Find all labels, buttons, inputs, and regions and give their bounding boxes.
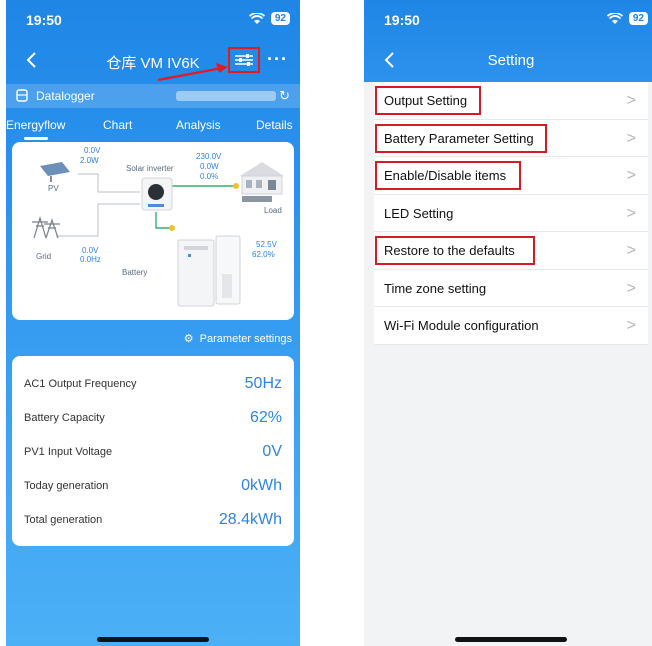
menu-item-label: Enable/Disable items [384, 168, 507, 183]
inverter-label: Solar inverter [126, 164, 174, 173]
pv-voltage: 0.0V [84, 146, 101, 155]
chevron-right-icon: > [626, 317, 636, 334]
stat-value: 50Hz [244, 375, 282, 392]
menu-item-wifi-module-configuration[interactable]: Wi-Fi Module configuration > [374, 307, 648, 345]
menu-item-label: Wi-Fi Module configuration [384, 318, 539, 333]
stat-row: PV1 Input Voltage 0V [12, 432, 294, 466]
menu-item-time-zone-setting[interactable]: Time zone setting > [374, 270, 648, 307]
active-tab-indicator [24, 137, 48, 140]
load-voltage: 230.0V [196, 152, 222, 161]
stat-value: 0kWh [241, 477, 282, 494]
datalogger-serial-redacted [176, 91, 276, 101]
datalogger-label: Datalogger [36, 89, 95, 103]
stat-label: Battery Capacity [24, 412, 105, 424]
home-indicator[interactable] [97, 637, 209, 642]
load-house-icon [240, 162, 284, 202]
battery-label: Battery [122, 268, 148, 277]
menu-item-battery-parameter-setting[interactable]: Battery Parameter Setting > [374, 120, 648, 157]
page-title: Setting [487, 52, 535, 69]
sliders-icon [235, 54, 253, 66]
status-bar: 19:50 92 [364, 0, 652, 36]
menu-item-label: Battery Parameter Setting [384, 130, 534, 146]
stats-card: AC1 Output Frequency 50Hz Battery Capaci… [12, 356, 294, 546]
status-time: 19:50 [26, 12, 62, 28]
parameter-settings-link[interactable]: ⚙ Parameter settings [183, 332, 292, 346]
refresh-icon[interactable]: ↻ [279, 88, 290, 104]
status-time: 19:50 [384, 12, 420, 28]
tab-chart[interactable]: Chart [103, 118, 132, 132]
load-power: 0.0W [200, 162, 219, 171]
gear-icon: ⚙ [183, 333, 194, 345]
parameter-settings-label: Parameter settings [199, 332, 292, 345]
status-bar: 19:50 92 [6, 0, 300, 36]
grid-label: Grid [36, 252, 52, 261]
solar-inverter-icon [141, 177, 173, 211]
stat-row: Battery Capacity 62% [12, 398, 294, 432]
home-indicator[interactable] [455, 637, 567, 642]
tab-analysis[interactable]: Analysis [176, 118, 221, 132]
settings-menu: Output Setting > Battery Parameter Setti… [374, 82, 648, 345]
stat-row: Total generation 28.4kWh [12, 500, 294, 534]
chevron-right-icon: > [626, 242, 636, 259]
load-percent: 0.0% [200, 172, 219, 181]
stat-value: 62% [249, 409, 282, 426]
stat-label: Total generation [24, 514, 103, 526]
menu-item-output-setting[interactable]: Output Setting > [374, 82, 648, 120]
stat-value: 28.4kWh [218, 511, 282, 528]
grid-frequency: 0.0Hz [80, 255, 101, 264]
annotation-arrow [157, 63, 228, 82]
chevron-right-icon: > [626, 167, 636, 184]
nav-bar: 仓库 VM IV6K ··· [6, 40, 300, 80]
battery-percent: 62.0% [252, 250, 275, 259]
stat-value: 0V [262, 443, 282, 460]
chevron-right-icon: > [626, 92, 636, 109]
stat-row: AC1 Output Frequency 50Hz [12, 364, 294, 398]
battery-voltage: 52.5V [256, 240, 277, 249]
battery-cabinet-icon [177, 235, 241, 307]
stat-label: Today generation [24, 480, 109, 492]
menu-item-label: LED Setting [384, 205, 454, 221]
menu-item-label: Restore to the defaults [384, 243, 515, 258]
battery-icon: 92 [270, 12, 290, 25]
pv-panel-icon [40, 162, 70, 182]
tab-details[interactable]: Details [256, 118, 293, 132]
datalogger-icon [16, 89, 28, 102]
tab-bar: Energyflow Chart Analysis Details [6, 114, 300, 142]
menu-item-enable-disable-items[interactable]: Enable/Disable items > [374, 157, 648, 195]
more-button[interactable]: ··· [267, 49, 288, 70]
menu-item-label: Output Setting [384, 93, 468, 108]
battery-icon: 92 [628, 12, 648, 25]
tab-energyflow[interactable]: Energyflow [6, 118, 65, 132]
chevron-right-icon: > [626, 129, 636, 147]
chevron-right-icon: > [626, 204, 636, 222]
chevron-right-icon: > [626, 279, 636, 297]
menu-item-led-setting[interactable]: LED Setting > [374, 195, 648, 232]
pv-power: 2.0W [80, 156, 99, 165]
stat-row: Today generation 0kWh [12, 466, 294, 500]
energy-flow-screen: 19:50 92 仓库 VM IV6K ··· Datalogger ↻ Ene… [6, 0, 300, 646]
load-label: Load [264, 206, 282, 215]
pv-label: PV [48, 184, 59, 193]
wifi-icon [606, 12, 623, 25]
setting-screen: 19:50 92 Setting Output Setting > Batter… [364, 0, 652, 646]
header: 19:50 92 Setting [364, 0, 652, 82]
stat-label: PV1 Input Voltage [24, 446, 113, 458]
energy-flow-diagram: 0.0V 2.0W PV Solar inverter 230.0V 0.0W … [12, 142, 294, 320]
menu-item-restore-defaults[interactable]: Restore to the defaults > [374, 232, 648, 270]
grid-pylon-icon [32, 215, 60, 239]
stat-label: AC1 Output Frequency [24, 378, 137, 390]
datalogger-bar[interactable]: Datalogger ↻ [6, 84, 300, 108]
menu-item-label: Time zone setting [384, 280, 487, 296]
wifi-icon [248, 12, 265, 25]
